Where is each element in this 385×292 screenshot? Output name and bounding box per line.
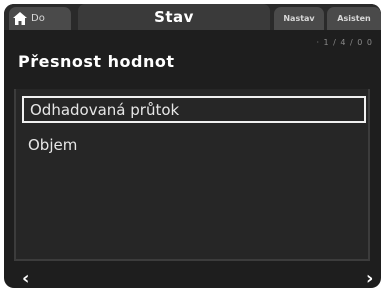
page-title: Přesnost hodnot [18, 52, 175, 71]
chevron-right-icon[interactable]: › [366, 270, 373, 288]
tab-stav-label: Stav [154, 8, 194, 26]
list-item-odhadovany-prutok[interactable]: Odhadovaná průtok [22, 96, 366, 123]
tab-bar: Do Stav Nastav Asisten [4, 4, 381, 30]
list-item-objem[interactable]: Objem [22, 131, 366, 158]
tab-asistent[interactable]: Asisten [327, 7, 381, 30]
device-screen: Do Stav Nastav Asisten · 1 / 4 / 0 0 Pře… [4, 4, 381, 288]
tab-home-label: Do [31, 13, 45, 24]
home-icon [13, 12, 27, 25]
chevron-left-icon[interactable]: ‹ [22, 270, 29, 288]
tab-home[interactable]: Do [9, 7, 71, 30]
list-item-label: Objem [28, 135, 78, 154]
tab-nastaveni[interactable]: Nastav [274, 7, 324, 30]
options-list: Odhadovaná průtok Objem [14, 89, 370, 261]
tab-asistent-label: Asisten [337, 14, 371, 23]
list-item-label: Odhadovaná průtok [30, 100, 180, 119]
tab-nastaveni-label: Nastav [283, 14, 315, 23]
status-indicator: · 1 / 4 / 0 0 [316, 38, 373, 47]
tab-stav[interactable]: Stav [78, 4, 270, 30]
